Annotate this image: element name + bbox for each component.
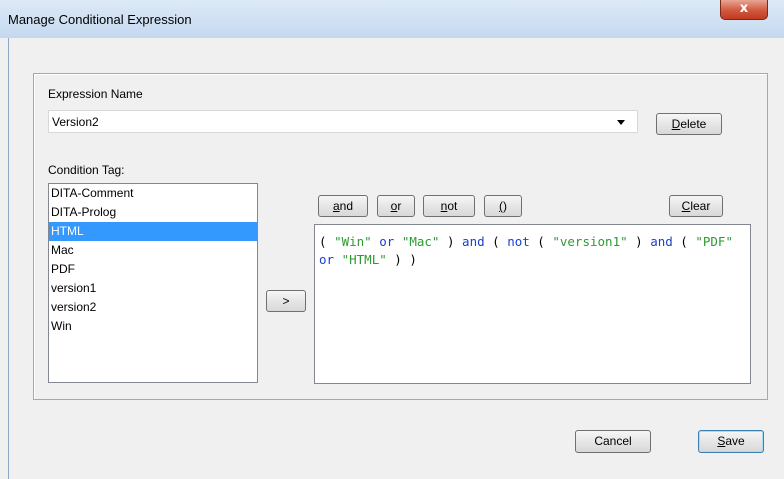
list-item[interactable]: Win bbox=[49, 317, 257, 336]
cancel-button[interactable]: Cancel bbox=[575, 430, 651, 453]
not-button[interactable]: not bbox=[423, 195, 475, 217]
list-item[interactable]: Mac bbox=[49, 241, 257, 260]
or-button[interactable]: or bbox=[377, 195, 415, 217]
list-item[interactable]: DITA-Prolog bbox=[49, 203, 257, 222]
list-item[interactable]: version1 bbox=[49, 279, 257, 298]
list-item[interactable]: HTML bbox=[49, 222, 257, 241]
close-icon: x bbox=[739, 1, 749, 16]
condition-tag-label: Condition Tag: bbox=[48, 163, 125, 177]
list-item[interactable]: DITA-Comment bbox=[49, 184, 257, 203]
title-bar: Manage Conditional Expression x bbox=[0, 0, 784, 38]
save-button[interactable]: Save bbox=[698, 430, 764, 453]
delete-button[interactable]: Delete bbox=[656, 113, 722, 135]
list-item[interactable]: PDF bbox=[49, 260, 257, 279]
condition-tag-list[interactable]: DITA-Comment DITA-Prolog HTML Mac PDF version… bbox=[48, 183, 258, 383]
expression-name-label: Expression Name bbox=[48, 87, 143, 101]
list-item[interactable]: version2 bbox=[49, 298, 257, 317]
clear-button[interactable]: Clear bbox=[669, 195, 723, 217]
close-button[interactable]: x bbox=[720, 0, 768, 20]
expression-editor[interactable]: ( "Win" or "Mac" ) and ( not ( "version1… bbox=[314, 224, 751, 384]
and-button[interactable]: and bbox=[318, 195, 368, 217]
chevron-down-icon[interactable] bbox=[617, 120, 625, 125]
parentheses-button[interactable]: () bbox=[484, 195, 522, 217]
expression-name-combobox[interactable]: Version2 bbox=[48, 110, 638, 133]
expression-name-value: Version2 bbox=[52, 115, 99, 129]
window-title: Manage Conditional Expression bbox=[8, 12, 192, 27]
add-tag-button[interactable]: > bbox=[266, 290, 306, 312]
